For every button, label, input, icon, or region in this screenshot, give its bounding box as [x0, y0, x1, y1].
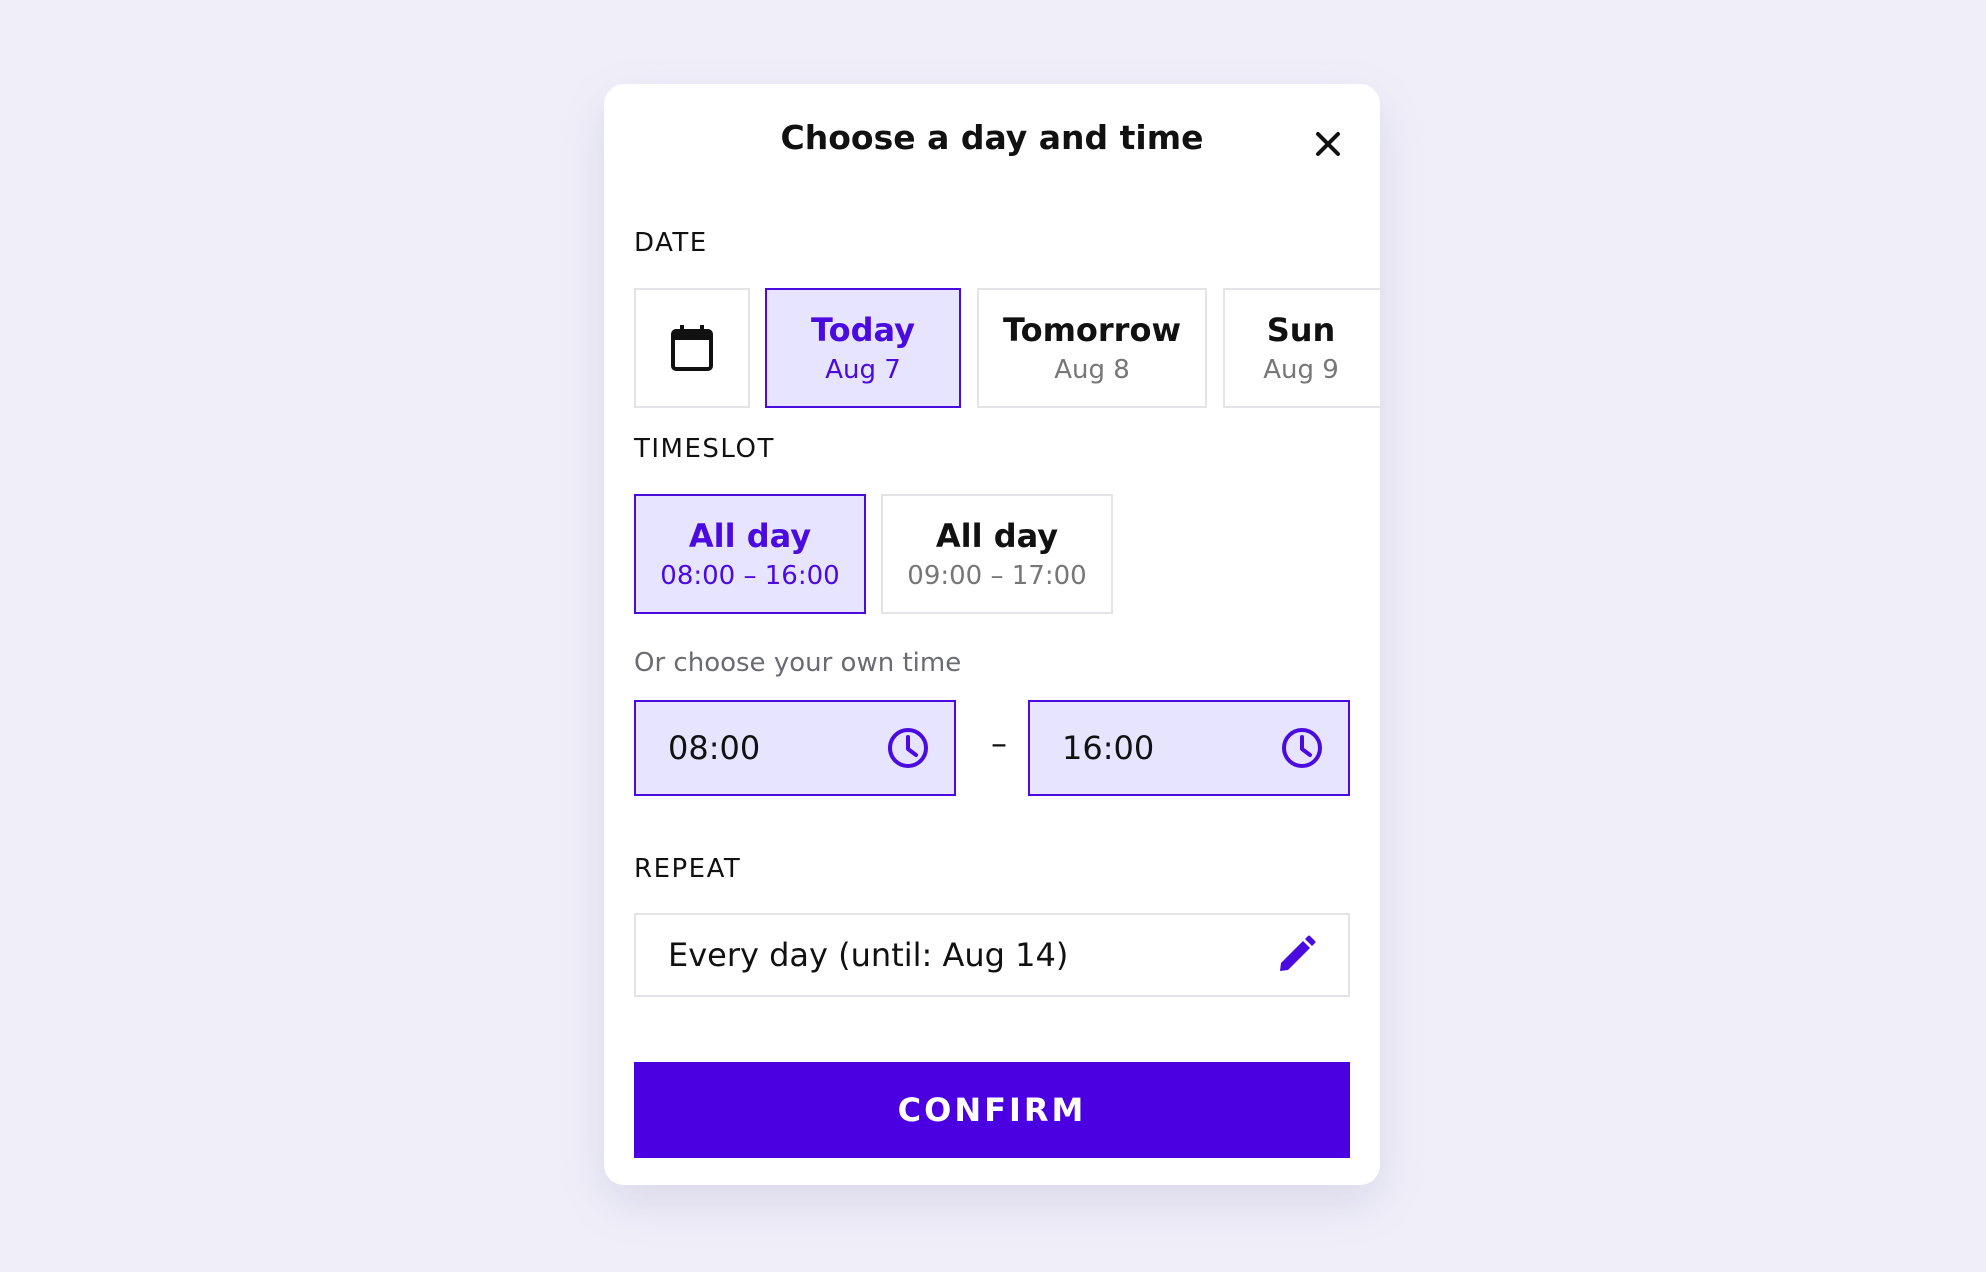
date-option-tomorrow[interactable]: Tomorrow Aug 8	[977, 288, 1207, 408]
date-option-date: Aug 9	[1263, 355, 1339, 385]
start-time-value: 08:00	[668, 729, 761, 767]
time-range-separator: –	[991, 724, 1007, 762]
start-time-input[interactable]: 08:00	[634, 700, 956, 796]
pencil-icon[interactable]	[1276, 935, 1316, 975]
end-time-value: 16:00	[1062, 729, 1155, 767]
date-option-day: Tomorrow	[1003, 311, 1181, 349]
date-option-day: Today	[811, 311, 915, 349]
custom-time-helper: Or choose your own time	[634, 648, 962, 678]
date-option-date: Aug 8	[1054, 355, 1130, 385]
timeslot-option-1[interactable]: All day 08:00 – 16:00	[634, 494, 866, 614]
end-time-input[interactable]: 16:00	[1028, 700, 1350, 796]
timeslot-label: TIMESLOT	[634, 434, 775, 464]
dialog-title: Choose a day and time	[780, 118, 1204, 157]
repeat-value: Every day (until: Aug 14)	[668, 936, 1069, 974]
date-label: DATE	[634, 228, 708, 258]
close-button[interactable]	[1304, 120, 1352, 168]
timeslot-option-2[interactable]: All day 09:00 – 17:00	[881, 494, 1113, 614]
clock-icon[interactable]	[1280, 726, 1324, 770]
date-option-sun[interactable]: Sun Aug 9	[1223, 288, 1380, 408]
clock-icon[interactable]	[886, 726, 930, 770]
calendar-picker-button[interactable]	[634, 288, 750, 408]
repeat-label: REPEAT	[634, 854, 742, 884]
timeslot-range: 08:00 – 16:00	[660, 561, 840, 591]
date-option-today[interactable]: Today Aug 7	[765, 288, 961, 408]
date-option-day: Sun	[1266, 311, 1336, 349]
timeslot-name: All day	[688, 517, 812, 555]
date-option-date: Aug 7	[825, 355, 901, 385]
choose-day-time-dialog: Choose a day and time DATE Today Aug 7 T…	[604, 84, 1380, 1185]
repeat-selector[interactable]: Every day (until: Aug 14)	[634, 913, 1350, 997]
timeslot-range: 09:00 – 17:00	[907, 561, 1087, 591]
confirm-button[interactable]: CONFIRM	[634, 1062, 1350, 1158]
calendar-icon	[671, 325, 713, 371]
timeslot-name: All day	[935, 517, 1059, 555]
close-icon	[1316, 132, 1340, 156]
